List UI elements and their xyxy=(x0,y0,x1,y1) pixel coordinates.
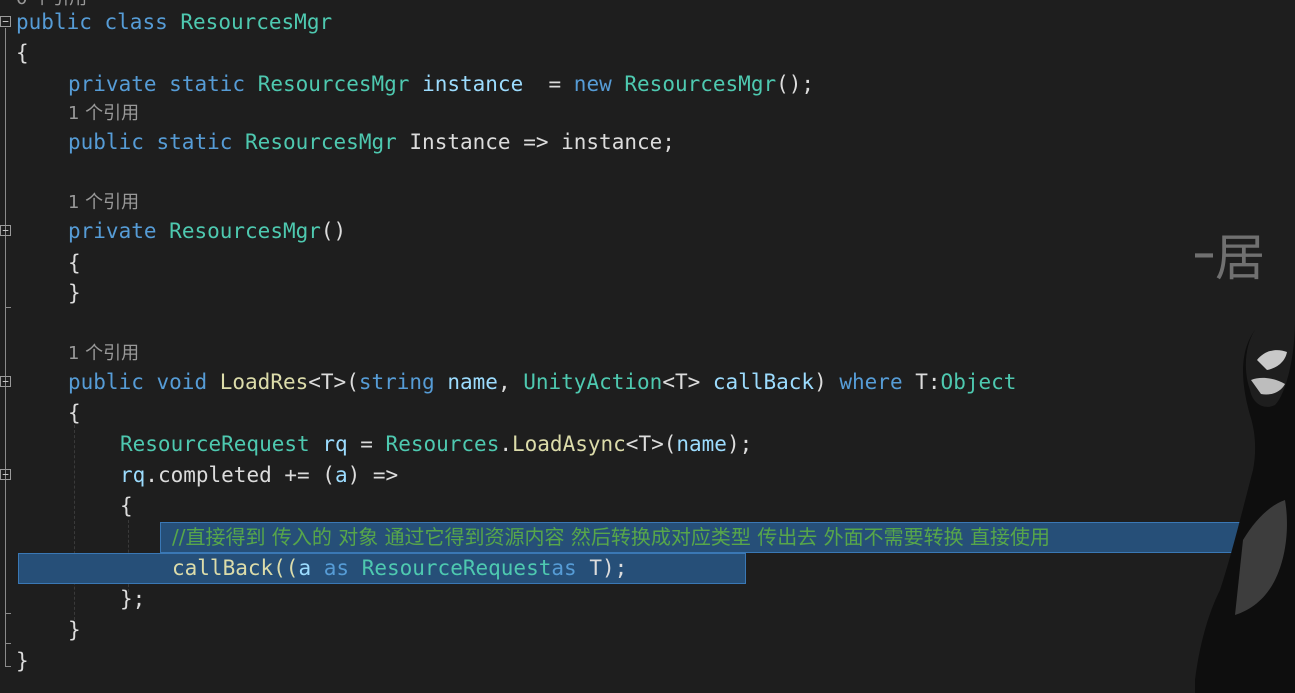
code-line-constructor[interactable]: private ResourcesMgr() xyxy=(68,216,346,246)
fold-end xyxy=(5,613,11,614)
editor-gutter: − − − − xyxy=(0,0,16,693)
code-line-loadres-signature[interactable]: public void LoadRes<T>(string name, Unit… xyxy=(68,367,1016,397)
code-line-close-brace[interactable]: } xyxy=(68,278,81,308)
code-line-open-brace[interactable]: { xyxy=(68,398,81,428)
code-line-open-brace[interactable]: { xyxy=(68,248,81,278)
indent-guide xyxy=(74,425,75,625)
fold-guide xyxy=(5,481,6,613)
watermark-overlay: 一居 xyxy=(1195,0,1295,693)
silhouette-figure-icon xyxy=(1195,320,1295,693)
codelens-references[interactable]: 1 个引用 xyxy=(68,190,139,216)
codelens-references[interactable]: 1 个引用 xyxy=(68,341,139,367)
code-line-load-async[interactable]: ResourceRequest rq = Resources.LoadAsync… xyxy=(120,429,752,459)
fold-end xyxy=(5,666,11,667)
fold-end xyxy=(5,643,11,644)
code-line-open-brace[interactable]: { xyxy=(16,38,29,68)
code-line-class-decl[interactable]: public class ResourcesMgr xyxy=(16,7,332,37)
code-line-close-brace[interactable]: } xyxy=(68,615,81,645)
code-line-open-brace[interactable]: { xyxy=(120,491,133,521)
code-line-comment[interactable]: //直接得到 传入的 对象 通过它得到资源内容 然后转换成对应类型 传出去 外面… xyxy=(172,522,1050,552)
codelens-references[interactable]: 1 个引用 xyxy=(68,101,139,127)
code-line-callback[interactable]: callBack((a as ResourceRequestas T); xyxy=(172,553,627,583)
collapse-ctor-icon[interactable]: − xyxy=(0,225,11,236)
code-line-instance-property[interactable]: public static ResourcesMgr Instance => i… xyxy=(68,127,675,157)
code-line-close-lambda[interactable]: }; xyxy=(120,584,145,614)
watermark-text: 一居 xyxy=(1195,229,1265,287)
fold-guide xyxy=(5,237,6,307)
collapse-method-icon[interactable]: − xyxy=(0,376,11,387)
code-line-completed-handler[interactable]: rq.completed += (a) => xyxy=(120,460,398,490)
code-line-close-class[interactable]: } xyxy=(16,646,29,676)
collapse-class-icon[interactable]: − xyxy=(0,16,11,27)
collapse-lambda-icon[interactable]: − xyxy=(0,469,11,480)
fold-end xyxy=(5,307,11,308)
code-line-instance-field[interactable]: private static ResourcesMgr instance = n… xyxy=(68,69,814,99)
